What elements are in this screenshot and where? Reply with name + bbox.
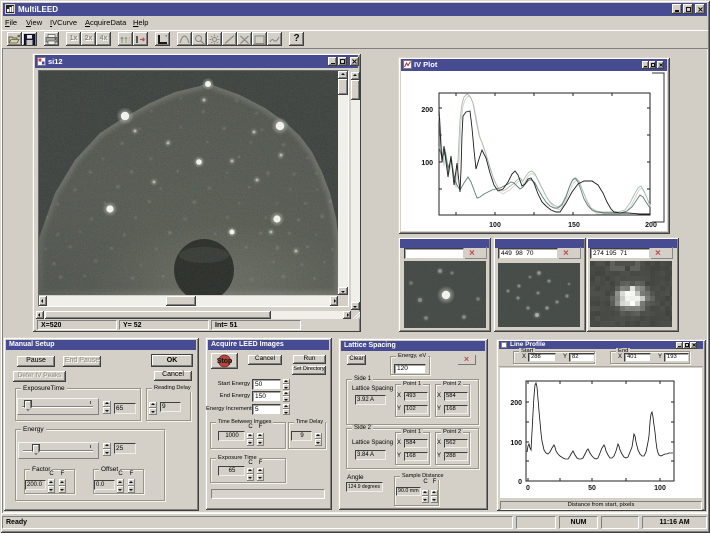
svg-text:100: 100 [510, 440, 522, 447]
svg-text:100: 100 [654, 485, 666, 492]
svg-text:200: 200 [510, 400, 522, 407]
svg-text:0: 0 [518, 479, 522, 486]
svg-text:Stop: Stop [217, 358, 233, 365]
svg-text:100: 100 [489, 222, 501, 229]
svg-text:50: 50 [588, 485, 596, 492]
svg-text:200: 200 [421, 107, 433, 114]
svg-text:0: 0 [526, 485, 530, 492]
svg-text:150: 150 [568, 222, 580, 229]
svg-text:100: 100 [421, 160, 433, 167]
svg-text:200: 200 [645, 222, 657, 229]
